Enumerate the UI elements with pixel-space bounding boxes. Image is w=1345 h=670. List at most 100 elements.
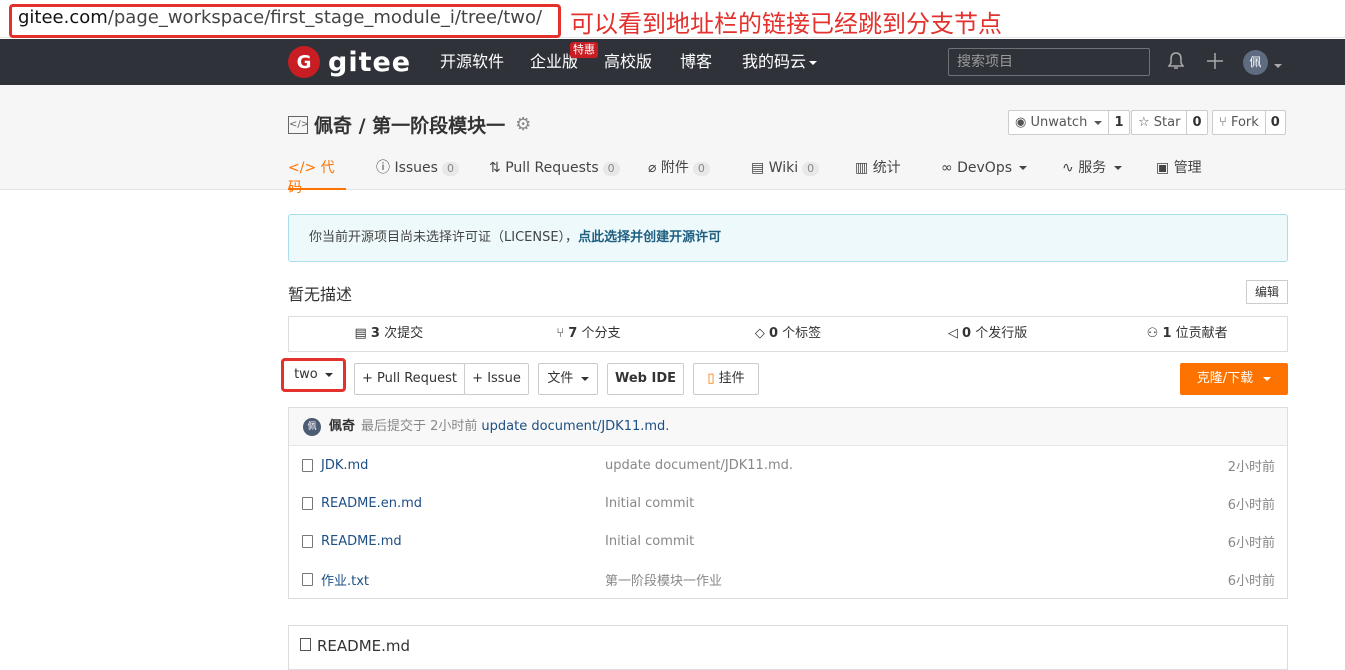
- file-commit-message[interactable]: Initial commit: [605, 496, 694, 511]
- avatar[interactable]: 佩: [303, 417, 321, 436]
- book-icon: ▤: [751, 160, 765, 176]
- nav-item-open-source[interactable]: 开源软件: [440, 51, 504, 73]
- file-icon: [302, 496, 313, 510]
- people-icon: ⚇: [1146, 326, 1159, 341]
- list-item[interactable]: JDK.md update document/JDK11.md. 2小时前: [289, 446, 1287, 484]
- commit-message[interactable]: update document/JDK11.md.: [481, 408, 669, 446]
- infinity-icon: ∞: [941, 160, 953, 176]
- send-icon: ◁: [947, 326, 958, 341]
- tab-services[interactable]: ∿ 服务: [1062, 158, 1122, 190]
- file-time: 2小时前: [1227, 459, 1275, 475]
- license-link[interactable]: 点此选择并创建开源许可: [578, 230, 721, 245]
- readme-panel: README.md: [288, 625, 1288, 670]
- file-name[interactable]: README.en.md: [321, 496, 422, 511]
- list-item[interactable]: README.md Initial commit 6小时前: [289, 522, 1287, 560]
- code-icon: </>: [288, 160, 317, 176]
- file-list: 佩 佩奇 最后提交于 2小时前 update document/JDK11.md…: [288, 407, 1288, 599]
- gitee-logo-icon: G: [288, 46, 320, 78]
- nav-item-blog[interactable]: 博客: [680, 51, 712, 73]
- gitee-logo[interactable]: G gitee: [288, 45, 411, 79]
- plus-icon[interactable]: [1206, 51, 1224, 75]
- list-item[interactable]: README.en.md Initial commit 6小时前: [289, 484, 1287, 522]
- hot-badge: 特惠: [570, 42, 598, 58]
- repo-title: </> 佩奇 / 第一阶段模块一 ⚙: [288, 111, 531, 138]
- widget-button[interactable]: ▯ 挂件: [693, 363, 759, 395]
- file-name[interactable]: README.md: [321, 534, 402, 549]
- commit-author[interactable]: 佩奇: [329, 408, 355, 446]
- address-url-highlight[interactable]: gitee.com/page_workspace/first_stage_mod…: [9, 4, 561, 38]
- issue-button[interactable]: + Issue: [464, 363, 529, 395]
- browser-address-bar: gitee.com/page_workspace/first_stage_mod…: [0, 0, 1345, 38]
- nav-item-university[interactable]: 高校版: [604, 51, 652, 73]
- readme-icon: [300, 638, 311, 651]
- tab-code[interactable]: </> 代码: [288, 158, 346, 196]
- tab-label: 管理: [1173, 160, 1202, 176]
- star-button[interactable]: ☆ Star 0: [1131, 110, 1208, 135]
- clone-download-button[interactable]: 克隆/下载: [1180, 363, 1288, 395]
- tab-wiki[interactable]: ▤ Wiki 0: [751, 158, 820, 190]
- pulse-icon: ∿: [1062, 160, 1074, 176]
- tab-label: DevOps: [957, 160, 1013, 176]
- chevron-down-icon[interactable]: [1271, 55, 1282, 74]
- fork-button[interactable]: ⑂ Fork 0: [1212, 110, 1286, 135]
- commit-meta: 最后提交于 2小时前: [361, 418, 478, 434]
- file-commit-message[interactable]: Initial commit: [605, 534, 694, 549]
- paperclip-icon: ⌀: [648, 160, 657, 176]
- search-input[interactable]: 搜索项目: [948, 48, 1150, 76]
- stat-contributors[interactable]: ⚇ 1 位贡献者: [1087, 317, 1287, 351]
- bell-icon[interactable]: [1167, 51, 1185, 75]
- file-time: 6小时前: [1227, 497, 1275, 513]
- stat-tags[interactable]: ◇ 0 个标签: [688, 317, 888, 351]
- file-commit-message[interactable]: 第一阶段模块一作业: [605, 570, 722, 589]
- pull-request-icon: ⇅: [489, 160, 501, 176]
- list-item[interactable]: 作业.txt 第一阶段模块一作业 6小时前: [289, 560, 1287, 598]
- tab-pull-requests[interactable]: ⇅ Pull Requests 0: [489, 158, 620, 190]
- avatar[interactable]: 佩: [1243, 50, 1268, 75]
- file-icon: [302, 572, 313, 586]
- medal-icon[interactable]: ⚙: [515, 114, 531, 135]
- stat-releases[interactable]: ◁ 0 个发行版: [888, 317, 1088, 351]
- web-ide-button[interactable]: Web IDE: [607, 363, 684, 395]
- repo-description: 暂无描述: [288, 285, 353, 304]
- edit-description-button[interactable]: 编辑: [1246, 280, 1288, 304]
- bookmark-icon: ▯: [707, 371, 715, 386]
- top-navbar: G gitee 开源软件 企业版 特惠 高校版 博客 我的码云 搜索项目 佩: [0, 39, 1345, 85]
- stat-branches[interactable]: ⑂ 7 个分支: [489, 317, 689, 351]
- nav-item-my-gitee-label: 我的码云: [742, 52, 807, 71]
- tab-count: 0: [602, 162, 620, 176]
- fork-count[interactable]: 0: [1264, 111, 1285, 134]
- license-notice: 你当前开源项目尚未选择许可证（LICENSE），点此选择并创建开源许可: [288, 214, 1288, 262]
- commit-icon: ▤: [354, 326, 367, 341]
- repo-title-text[interactable]: 佩奇 / 第一阶段模块一: [314, 111, 505, 138]
- tab-manage[interactable]: ▣ 管理: [1156, 158, 1202, 190]
- star-count[interactable]: 0: [1186, 111, 1206, 134]
- eye-icon: ◉: [1015, 115, 1027, 130]
- stat-commits[interactable]: ▤ 3 次提交: [289, 317, 489, 351]
- watch-count[interactable]: 1: [1108, 111, 1128, 134]
- file-menu-button[interactable]: 文件: [538, 363, 598, 395]
- nav-item-my-gitee[interactable]: 我的码云: [742, 51, 818, 73]
- tab-attachments[interactable]: ⌀ 附件 0: [648, 158, 710, 190]
- branch-selector[interactable]: two: [281, 358, 346, 392]
- tab-label: 服务: [1078, 160, 1107, 176]
- logo-text: gitee: [328, 46, 412, 78]
- file-menu-label: 文件: [547, 371, 574, 386]
- tab-issues[interactable]: ⓘ Issues 0: [376, 158, 459, 190]
- bar-chart-icon: ▥: [855, 160, 869, 176]
- fork-label: Fork: [1230, 115, 1259, 130]
- tab-label: 附件: [660, 160, 689, 176]
- widget-label: 挂件: [718, 371, 745, 386]
- annotation-note: 可以看到地址栏的链接已经跳到分支节点: [570, 10, 1002, 38]
- tab-devops[interactable]: ∞ DevOps: [941, 158, 1028, 190]
- file-name[interactable]: 作业.txt: [321, 570, 369, 589]
- clone-label: 克隆/下载: [1196, 371, 1254, 386]
- file-commit-message[interactable]: update document/JDK11.md.: [605, 458, 793, 473]
- license-text: 你当前开源项目尚未选择许可证（LICENSE），: [309, 230, 579, 245]
- watch-button[interactable]: ◉ Unwatch 1: [1008, 110, 1130, 135]
- tab-statistics[interactable]: ▥ 统计: [855, 158, 901, 190]
- repo-stats-bar: ▤ 3 次提交 ⑂ 7 个分支 ◇ 0 个标签 ◁ 0 个发行版 ⚇ 1 位贡献…: [288, 316, 1288, 352]
- pull-request-button[interactable]: + Pull Request: [354, 363, 465, 395]
- url-host: gitee.com: [18, 7, 108, 28]
- file-name[interactable]: JDK.md: [321, 458, 368, 473]
- watch-label: Unwatch: [1030, 115, 1088, 130]
